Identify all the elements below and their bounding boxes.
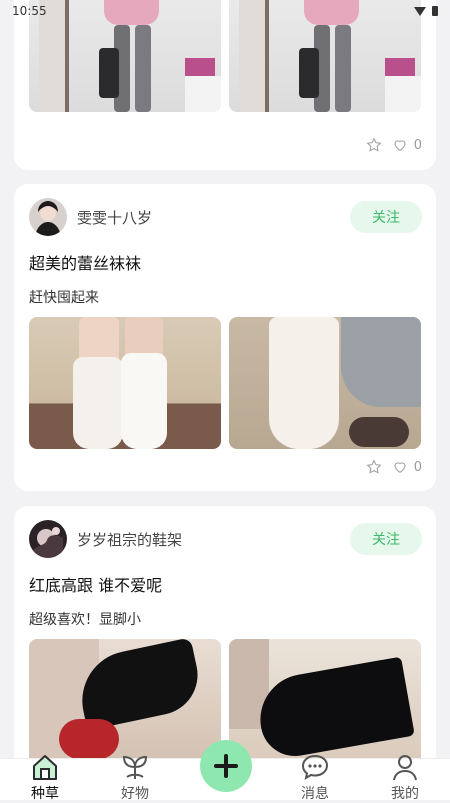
- post-image-row: [29, 317, 421, 449]
- author-name: 岁岁祖宗的鞋架: [77, 530, 183, 549]
- heart-icon: [394, 462, 406, 473]
- post-title: 红底高跟 谁不爱呢: [29, 576, 163, 595]
- like-count: 0: [413, 459, 422, 475]
- avatar[interactable]: [29, 520, 67, 558]
- status-icons: [414, 6, 438, 16]
- heart-icon: [394, 140, 406, 151]
- post-title: 超美的蕾丝袜袜: [29, 254, 142, 273]
- tab-goods[interactable]: 好物: [105, 753, 165, 803]
- post-image[interactable]: [229, 639, 421, 758]
- post-card[interactable]: 雯雯十八岁 关注 超美的蕾丝袜袜 赶快囤起来 0: [14, 184, 436, 491]
- status-bar: 10:55: [0, 0, 450, 22]
- follow-button[interactable]: 关注: [350, 523, 422, 555]
- sprout-icon: [122, 755, 148, 779]
- battery-icon: [432, 6, 438, 16]
- tab-me[interactable]: 我的: [375, 753, 435, 803]
- post-author[interactable]: 岁岁祖宗的鞋架: [29, 520, 182, 558]
- tab-label: 种草: [31, 786, 59, 802]
- star-icon[interactable]: [366, 137, 382, 153]
- person-icon: [393, 755, 417, 781]
- like-button[interactable]: 0: [392, 459, 422, 475]
- post-actions: 0: [366, 137, 422, 153]
- post-description: 超级喜欢！显脚小: [29, 612, 141, 628]
- tab-home[interactable]: 种草: [15, 753, 75, 803]
- wifi-icon: [414, 6, 426, 16]
- post-actions: 0: [366, 459, 422, 475]
- post-feed[interactable]: 0 雯雯十八岁 关注 超美的蕾丝袜袜 赶快囤起来 0 岁岁祖宗的鞋架 关注 红底…: [0, 0, 450, 758]
- tab-messages[interactable]: 消息: [285, 753, 345, 803]
- follow-button[interactable]: 关注: [350, 201, 422, 233]
- like-button[interactable]: 0: [392, 137, 422, 153]
- post-card[interactable]: 0: [14, 0, 436, 170]
- status-time: 10:55: [12, 4, 47, 18]
- plus-icon: [214, 754, 238, 778]
- tab-label: 好物: [121, 786, 149, 802]
- home-icon: [33, 755, 57, 780]
- create-post-button[interactable]: [200, 740, 252, 792]
- post-image[interactable]: [29, 317, 221, 449]
- avatar[interactable]: [29, 198, 67, 236]
- star-icon[interactable]: [366, 459, 382, 475]
- tab-label: 我的: [391, 786, 419, 802]
- post-description: 赶快囤起来: [29, 290, 99, 306]
- author-name: 雯雯十八岁: [77, 208, 153, 227]
- tab-label: 消息: [301, 786, 329, 802]
- post-image[interactable]: [29, 639, 221, 758]
- post-author[interactable]: 雯雯十八岁: [29, 198, 152, 236]
- post-card[interactable]: 岁岁祖宗的鞋架 关注 红底高跟 谁不爱呢 超级喜欢！显脚小: [14, 506, 436, 758]
- post-image[interactable]: [229, 317, 421, 449]
- chat-icon: [301, 754, 329, 781]
- like-count: 0: [413, 137, 422, 153]
